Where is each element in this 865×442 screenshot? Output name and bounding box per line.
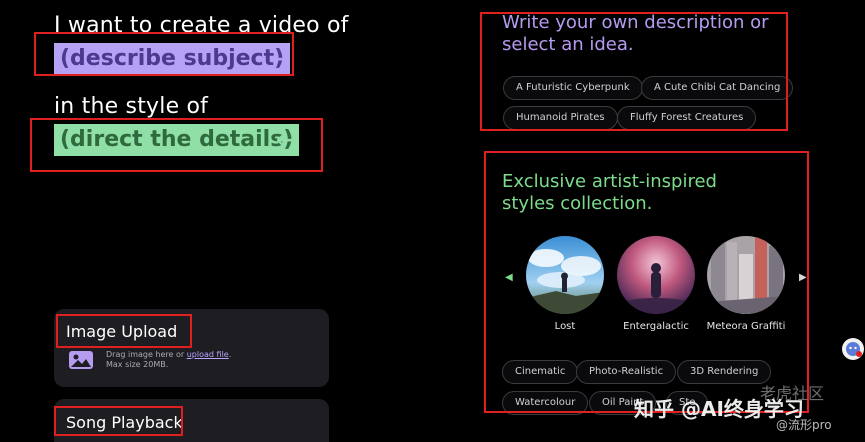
upload-hint-prefix: Drag image here or [106, 350, 185, 359]
upload-max-size: Max size 20MB. [106, 360, 169, 369]
help-bubble-icon[interactable] [842, 338, 864, 360]
upload-hint: Drag image here or upload file. Max size… [106, 350, 231, 370]
annotation-box-ideas [480, 12, 788, 131]
upload-hint-suffix: . [228, 350, 232, 359]
watermark-corner: 老虎社区 [760, 384, 825, 403]
image-icon [68, 350, 94, 374]
annotation-box-song-playback [54, 406, 183, 436]
watermark-sub: @流形pro [776, 418, 832, 432]
annotation-box-image-upload [56, 314, 192, 348]
prompt-line-2: in the style of [54, 94, 209, 119]
upload-file-link[interactable]: upload file [187, 350, 229, 359]
annotation-box-styles [484, 151, 809, 413]
annotation-box-subject [34, 32, 294, 76]
annotation-box-details [30, 118, 323, 172]
app-root: I want to create a video of (describe su… [0, 0, 865, 442]
